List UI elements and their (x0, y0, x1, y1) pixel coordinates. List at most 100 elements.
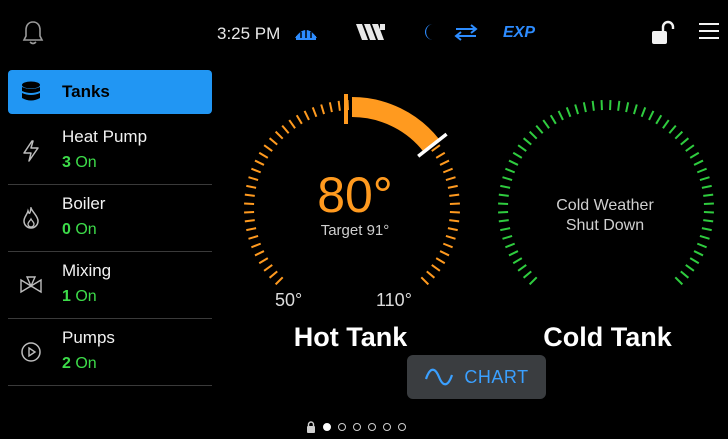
gauge-tick (508, 250, 519, 257)
status-count: 1 On (62, 288, 97, 305)
gauge-tick (633, 104, 638, 115)
gauge-tick (426, 270, 436, 279)
sine-wave-icon (425, 368, 454, 386)
mode-label[interactable]: EXP (503, 24, 535, 42)
hot-tank-max-label: 110° (376, 290, 412, 310)
gauge-tick (522, 137, 532, 146)
sidebar-item-heat-pump[interactable]: Heat Pump 3 On (8, 118, 212, 185)
status-count: 0 On (62, 221, 97, 238)
gauge-tick (505, 167, 516, 174)
gauge-tick (500, 184, 511, 189)
gauge-tick (248, 235, 259, 240)
gauge-tick (431, 264, 441, 272)
gauge-tick (680, 270, 690, 279)
sidebar-item-tanks[interactable]: Tanks (8, 70, 212, 114)
gauge-tick (442, 167, 453, 174)
gauge-tick (689, 257, 700, 265)
unlocked-padlock-icon[interactable] (650, 20, 676, 46)
gauge-tick (662, 119, 670, 129)
status-count: 2 On (62, 355, 97, 372)
gauge-tick (617, 100, 621, 111)
gauge-tick (703, 193, 714, 197)
gauge-tick (263, 264, 273, 272)
gauge-tick (640, 107, 647, 118)
hot-tank-active-arc (351, 97, 440, 153)
gauge-tick (696, 242, 707, 249)
gauge-tick (522, 270, 532, 279)
gauge-tick (696, 167, 707, 174)
gauge-tick (674, 130, 684, 140)
gauge-tick (439, 159, 450, 166)
sidebar-item-label: Tanks (62, 82, 110, 101)
clock-time: 3:25 PM (217, 24, 281, 43)
sidebar-item-pumps[interactable]: Pumps 2 On (8, 319, 212, 386)
bell-icon[interactable] (22, 20, 44, 46)
gauge-tick (274, 276, 284, 286)
cold-tank-tick-ring (498, 100, 714, 286)
gauge-tick (502, 235, 513, 240)
gauge-tick (311, 107, 318, 118)
hot-tank-title: Hot Tank (293, 322, 408, 352)
page-dot[interactable] (338, 423, 346, 431)
gauge-tick (447, 184, 458, 189)
gauge-tick (565, 107, 572, 118)
page-dot[interactable] (383, 423, 391, 431)
gauge-tick (254, 250, 265, 257)
gauge-tick (528, 130, 538, 140)
sidebar: Tanks Heat Pump 3 On Boiler 0 On Mixing … (8, 70, 212, 386)
gauge-tick (512, 257, 523, 265)
gauge-tick (689, 151, 700, 159)
gauge-tick (512, 151, 523, 159)
gauge-tick (258, 151, 269, 159)
sidebar-item-label: Pumps (62, 328, 115, 347)
chart-button-label: CHART (464, 366, 529, 387)
gauge-tick (498, 219, 509, 223)
heating-icon[interactable] (293, 20, 319, 44)
gauge-tick (517, 264, 527, 272)
gauge-tick (557, 110, 564, 121)
gauge-tick (591, 100, 595, 111)
page-dot[interactable] (368, 423, 376, 431)
swap-arrows-icon[interactable] (454, 20, 478, 44)
status-count: 3 On (62, 154, 97, 171)
page-dot[interactable] (323, 423, 331, 431)
sidebar-item-boiler[interactable]: Boiler 0 On (8, 185, 212, 252)
gauge-tick (574, 104, 579, 115)
gauge-tick (445, 176, 456, 181)
chart-button[interactable]: CHART (407, 355, 546, 399)
gauge-tick (535, 124, 544, 134)
sidebar-item-mixing[interactable]: Mixing 1 On (8, 252, 212, 319)
gauge-tick (337, 100, 341, 111)
database-icon (20, 81, 42, 103)
gauge-tick (268, 137, 278, 146)
wiring-icon[interactable] (356, 20, 386, 44)
gauge-tick (442, 242, 453, 249)
gauge-tick (248, 176, 259, 181)
gauge-tick (320, 104, 325, 115)
gauge-tick (244, 193, 255, 197)
gauge-tick (246, 227, 257, 232)
gauge-tick (268, 270, 278, 279)
hot-tank-target: Target 91° (320, 222, 390, 239)
cold-tank-title: Cold Tank (543, 322, 672, 352)
gauge-tick (549, 114, 557, 125)
gauge-tick (263, 144, 273, 152)
padlock-icon (307, 421, 315, 433)
gauge-tick (420, 276, 430, 286)
gauge-tick (685, 264, 695, 272)
mixing-valve-icon (20, 274, 42, 296)
gauge-tick (517, 144, 527, 152)
gauge-tick (699, 176, 710, 181)
moon-icon[interactable] (422, 20, 436, 44)
gauge-tick (528, 276, 538, 286)
page-dot[interactable] (353, 423, 361, 431)
gauge-tick (655, 114, 663, 125)
page-dot[interactable] (398, 423, 406, 431)
gauge-tick (693, 159, 704, 166)
menu-icon[interactable] (699, 22, 719, 40)
flame-icon (20, 207, 42, 229)
top-bar: 3:25 PM EXP (0, 0, 728, 66)
gauge-tick (447, 227, 458, 232)
sidebar-item-label: Heat Pump (62, 127, 148, 146)
gauge-tick (668, 124, 677, 134)
